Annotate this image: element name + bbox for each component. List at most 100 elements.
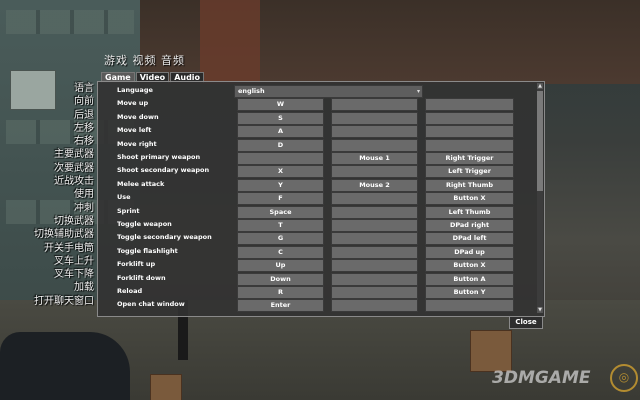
gamepad-slot[interactable] [425, 138, 514, 152]
secondary-key-slot[interactable] [331, 111, 418, 125]
secondary-key-slot[interactable] [331, 138, 418, 152]
car [0, 332, 130, 400]
secondary-key-slot[interactable] [331, 272, 418, 286]
primary-key-slot[interactable]: Down [237, 272, 324, 286]
chinese-label: 向前 [74, 96, 94, 108]
binding-action-label: Reload [117, 287, 143, 295]
binding-action-label: Forklift up [117, 260, 156, 269]
scrollbar[interactable]: ▲ ▼ [537, 83, 543, 313]
gamepad-slot[interactable]: Right Thumb [425, 178, 514, 192]
secondary-key-slot[interactable] [331, 299, 418, 313]
binding-row: Open chat window Enter [98, 298, 536, 313]
primary-key-slot[interactable]: Space [237, 205, 324, 219]
gamepad-slot[interactable]: Button A [425, 272, 514, 286]
gamepad-slot[interactable]: Button X [425, 259, 514, 273]
binding-row: Melee attack Y Mouse 2 Right Thumb [98, 178, 536, 192]
chinese-label: 叉车上升 [54, 255, 94, 267]
primary-key-slot[interactable]: D [237, 138, 324, 152]
secondary-key-slot[interactable] [331, 286, 418, 299]
binding-row: Move left A [98, 124, 536, 139]
chinese-label: 语言 [74, 83, 94, 94]
chinese-label: 切换辅助武器 [34, 229, 94, 241]
primary-key-slot[interactable]: X [237, 165, 324, 179]
secondary-key-slot[interactable]: Mouse 2 [331, 178, 418, 192]
gamepad-slot[interactable]: Button X [425, 192, 514, 206]
binding-row: Reload R Button Y [98, 285, 536, 299]
primary-key-slot[interactable]: C [237, 245, 324, 259]
binding-row: Toggle weapon T DPad right [98, 218, 536, 232]
binding-action-label: Sprint [117, 206, 140, 215]
gamepad-slot[interactable]: Right Trigger [425, 152, 514, 165]
gamepad-slot[interactable]: DPad up [425, 245, 514, 259]
chinese-label: 冲刺 [74, 202, 94, 214]
binding-action-label: Move right [117, 139, 157, 148]
close-button[interactable]: Close [509, 316, 543, 329]
primary-key-slot[interactable]: F [237, 192, 324, 206]
binding-row: Use F Button X [98, 191, 536, 206]
chinese-label: 打开聊天窗口 [34, 295, 94, 307]
language-value: english [238, 87, 265, 95]
secondary-key-slot[interactable] [331, 205, 418, 219]
binding-action-label: Shoot primary weapon [117, 153, 201, 161]
binding-row: Move down S [98, 111, 536, 125]
language-row: Language english ▾ [98, 84, 536, 98]
language-dropdown[interactable]: english ▾ [234, 85, 423, 98]
primary-key-slot[interactable]: R [237, 286, 324, 299]
secondary-key-slot[interactable] [331, 232, 418, 246]
gamepad-slot[interactable] [425, 111, 514, 125]
scroll-thumb[interactable] [537, 91, 543, 191]
secondary-key-slot[interactable] [331, 245, 418, 259]
binding-row: Shoot primary weapon Mouse 1 Right Trigger [98, 151, 536, 165]
language-label: Language [117, 86, 153, 94]
gamepad-slot[interactable]: Button Y [425, 286, 514, 299]
chevron-down-icon: ▾ [416, 88, 420, 95]
binding-row: Move right D [98, 138, 536, 152]
primary-key-slot[interactable]: S [237, 111, 324, 125]
binding-action-label: Melee attack [117, 179, 165, 188]
gamepad-slot[interactable] [425, 299, 514, 313]
binding-row: Move up W [98, 97, 536, 112]
chinese-label: 次要武器 [54, 162, 94, 174]
secondary-key-slot[interactable] [331, 98, 418, 112]
chinese-label: 开关手电筒 [44, 242, 94, 254]
menu-header-chinese: 游戏 视频 音频 [104, 54, 185, 67]
binding-row: Toggle secondary weapon G DPad left [98, 231, 536, 246]
gamepad-slot[interactable] [425, 125, 514, 139]
primary-key-slot[interactable]: Enter [237, 299, 324, 313]
primary-key-slot[interactable]: A [237, 125, 324, 139]
secondary-key-slot[interactable] [331, 259, 418, 273]
arrow-down-icon[interactable]: ▼ [537, 307, 543, 313]
secondary-key-slot[interactable] [331, 125, 418, 139]
chinese-label: 加载 [74, 282, 94, 294]
options-panel: Language english ▾ Move up W Move down S Mov… [97, 81, 545, 317]
secondary-key-slot[interactable] [331, 192, 418, 206]
gamepad-slot[interactable]: DPad right [425, 219, 514, 232]
gamepad-slot[interactable]: Left Trigger [425, 165, 514, 179]
arrow-up-icon[interactable]: ▲ [537, 83, 543, 89]
primary-key-slot[interactable]: Up [237, 259, 324, 273]
binding-row: Shoot secondary weapon X Left Trigger [98, 164, 536, 179]
binding-action-label: Move down [117, 112, 159, 121]
watermark: 3DMGAME [492, 368, 591, 388]
watermark-logo-icon: ◎ [610, 364, 638, 392]
primary-key-slot[interactable]: Y [237, 178, 324, 192]
secondary-key-slot[interactable]: Mouse 1 [331, 152, 418, 165]
primary-key-slot[interactable]: T [237, 219, 324, 232]
primary-key-slot[interactable]: W [237, 98, 324, 112]
gamepad-slot[interactable]: Left Thumb [425, 205, 514, 219]
secondary-key-slot[interactable] [331, 165, 418, 179]
binding-action-label: Open chat window [117, 300, 185, 309]
gamepad-slot[interactable]: DPad left [425, 232, 514, 246]
binding-action-label: Forklift down [117, 273, 166, 282]
binding-row: Toggle flashlight C DPad up [98, 245, 536, 259]
binding-action-label: Move left [117, 126, 152, 135]
secondary-key-slot[interactable] [331, 219, 418, 232]
gamepad-slot[interactable] [425, 98, 514, 112]
primary-key-slot[interactable] [237, 152, 324, 165]
binding-action-label: Move up [117, 99, 149, 108]
chinese-label: 近战攻击 [54, 176, 94, 188]
brick-wall [200, 0, 260, 84]
bindings-list: Language english ▾ Move up W Move down S Mov… [98, 82, 536, 314]
primary-key-slot[interactable]: G [237, 232, 324, 246]
chinese-label: 后退 [74, 109, 94, 121]
